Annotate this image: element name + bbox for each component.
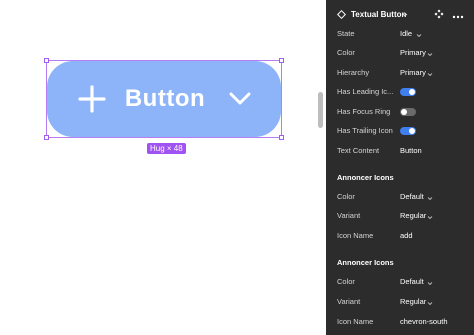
prop-row-icon-name[interactable]: Icon Name chevron-south (326, 315, 474, 329)
prop-label: Color (337, 277, 355, 286)
prop-row-icon-variant[interactable]: Variant Regular (326, 209, 474, 223)
prop-row-state[interactable]: State Idle (326, 27, 474, 41)
chevron-down-icon[interactable] (427, 194, 433, 201)
prop-value[interactable]: Primary (400, 68, 426, 77)
prop-row-hierarchy[interactable]: Hierarchy Primary (326, 66, 474, 80)
prop-value[interactable]: Idle (400, 29, 412, 38)
prop-row-icon-color[interactable]: Color Default (326, 190, 474, 204)
prop-label: Has Leading Ic... (337, 87, 394, 96)
chevron-down-icon (229, 92, 251, 106)
prop-label: Icon Name (337, 231, 374, 240)
prop-value[interactable]: Default (400, 192, 424, 201)
prop-label: Hierarchy (337, 68, 370, 77)
leading-icon-toggle[interactable] (400, 88, 416, 96)
textual-button-instance[interactable]: Button (47, 61, 281, 137)
section-title-leading-icon: Annoncer Icons (337, 173, 394, 182)
prop-row-has-focus-ring[interactable]: Has Focus Ring (326, 105, 474, 119)
prop-label: Color (337, 192, 355, 201)
prop-row-text-content[interactable]: Text Content Button (326, 144, 474, 158)
icon-name-field[interactable]: add (400, 231, 413, 240)
prop-value[interactable]: Regular (400, 297, 426, 306)
section-title-trailing-icon: Annoncer Icons (337, 258, 394, 267)
prop-label: Has Trailing Icon (337, 126, 393, 135)
prop-value[interactable]: Default (400, 277, 424, 286)
prop-row-icon-name[interactable]: Icon Name add (326, 229, 474, 243)
toggle-knob (409, 89, 415, 95)
prop-value[interactable]: Regular (400, 211, 426, 220)
prop-row-color[interactable]: Color Primary (326, 46, 474, 60)
prop-row-icon-color[interactable]: Color Default (326, 275, 474, 289)
selection-handle-bottom-left[interactable] (44, 135, 49, 140)
prop-label: Variant (337, 211, 361, 220)
trailing-icon-toggle[interactable] (400, 127, 416, 135)
hug-size-badge: Hug × 48 (147, 143, 186, 154)
chevron-down-icon[interactable] (427, 279, 433, 286)
selection-handle-top-left[interactable] (44, 58, 49, 63)
chevron-down-icon[interactable] (427, 50, 433, 57)
diamond-icon (336, 9, 347, 20)
prop-label: Color (337, 48, 355, 57)
panel-header: Textual Button (326, 0, 474, 30)
icon-name-field[interactable]: chevron-south (400, 317, 448, 326)
more-icon[interactable] (452, 12, 464, 19)
selection-handle-top-right[interactable] (279, 58, 284, 63)
prop-value[interactable]: Primary (400, 48, 426, 57)
prop-row-has-leading-icon[interactable]: Has Leading Ic... (326, 85, 474, 99)
selection-handle-bottom-right[interactable] (279, 135, 284, 140)
properties-panel: Textual Button State Idle Color Primary … (326, 0, 474, 335)
prop-label: Icon Name (337, 317, 374, 326)
button-label: Button (124, 85, 206, 112)
focus-ring-toggle[interactable] (400, 108, 416, 116)
prop-label: State (337, 29, 355, 38)
prop-row-icon-variant[interactable]: Variant Regular (326, 295, 474, 309)
prop-label: Has Focus Ring (337, 107, 391, 116)
chevron-down-icon[interactable] (427, 213, 433, 220)
plus-icon (77, 84, 107, 114)
component-set-icon[interactable] (434, 9, 444, 19)
canvas-scrollbar[interactable] (318, 92, 323, 128)
component-title[interactable]: Textual Button (351, 10, 406, 19)
text-content-field[interactable]: Button (400, 146, 422, 155)
prop-label: Text Content (337, 146, 380, 155)
chevron-down-icon[interactable] (427, 70, 433, 77)
chevron-down-icon[interactable] (427, 299, 433, 306)
toggle-knob (401, 109, 407, 115)
design-canvas[interactable]: Button Hug × 48 (0, 0, 326, 335)
prop-row-has-trailing-icon[interactable]: Has Trailing Icon (326, 124, 474, 138)
toggle-knob (409, 128, 415, 134)
prop-label: Variant (337, 297, 361, 306)
chevron-down-icon[interactable] (416, 31, 422, 38)
chevron-down-icon[interactable] (402, 11, 408, 17)
